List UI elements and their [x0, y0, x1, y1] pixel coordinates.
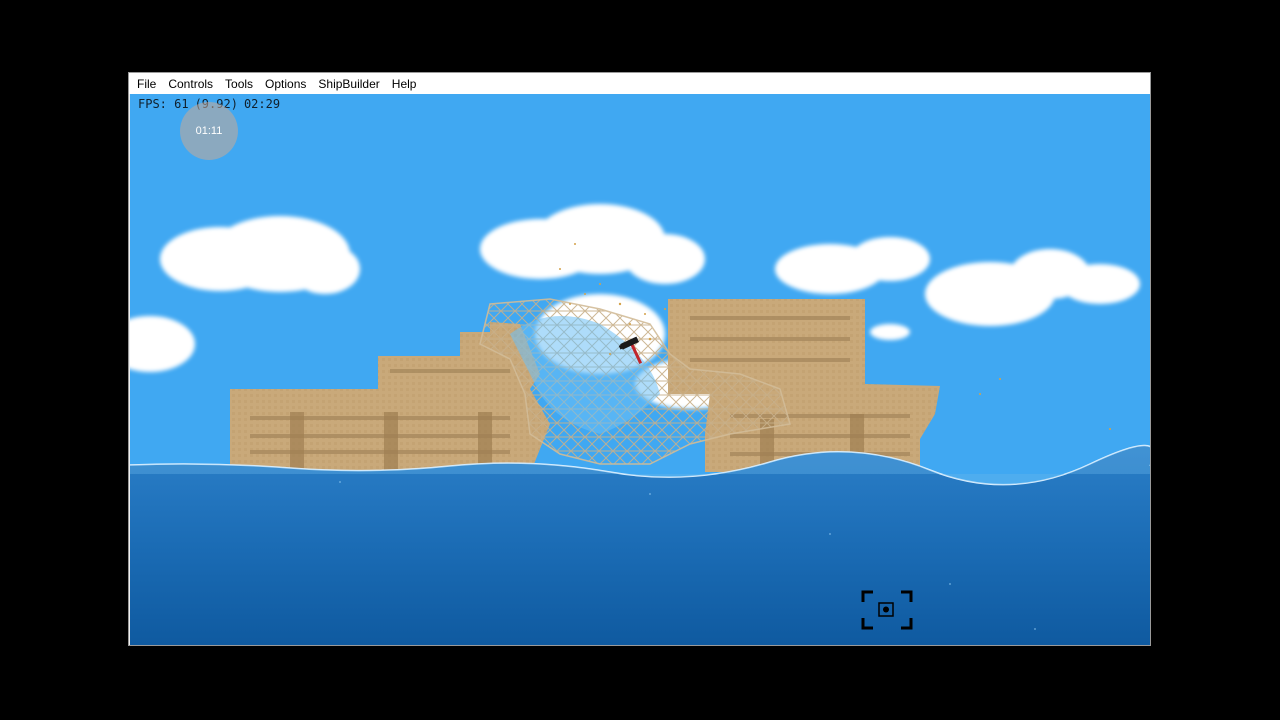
timer-bubble-text: 01:11: [195, 125, 223, 137]
menu-controls[interactable]: Controls: [162, 77, 219, 91]
game-scene: [130, 204, 1150, 645]
menu-options[interactable]: Options: [259, 77, 312, 91]
menu-file[interactable]: File: [134, 77, 162, 91]
menu-bar: File Controls Tools Options ShipBuilder …: [129, 73, 1150, 94]
app-window: File Controls Tools Options ShipBuilder …: [128, 72, 1151, 646]
timer-bubble: 01:11: [180, 102, 238, 160]
fps-readout: FPS: 61: [138, 97, 189, 111]
elapsed-time: 02:29: [243, 97, 281, 111]
game-viewport[interactable]: FPS: 61 (9.92) 02:29 01:11: [130, 94, 1150, 645]
menu-help[interactable]: Help: [386, 77, 423, 91]
menu-shipbuilder[interactable]: ShipBuilder: [312, 77, 385, 91]
focus-frame-icon[interactable]: [861, 590, 913, 630]
menu-tools[interactable]: Tools: [219, 77, 259, 91]
ship: [230, 298, 940, 474]
